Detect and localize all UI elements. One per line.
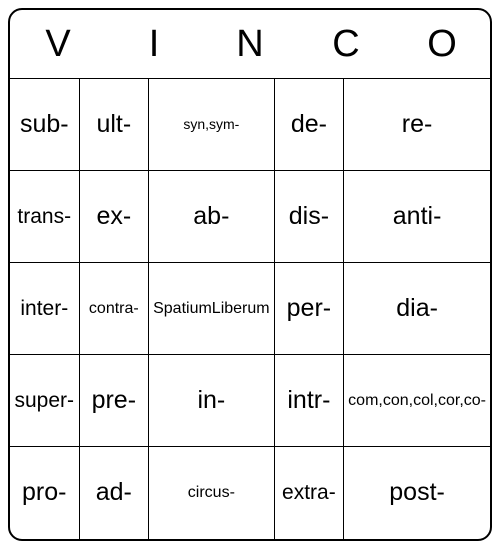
bingo-cell[interactable]: contra- (80, 263, 150, 355)
bingo-cell[interactable]: pre- (80, 355, 150, 447)
bingo-cell[interactable]: de- (275, 79, 345, 171)
bingo-cell[interactable]: intr- (275, 355, 345, 447)
bingo-cell[interactable]: com,con,col,cor,co- (344, 355, 490, 447)
header-letter: N (202, 10, 298, 78)
bingo-cell[interactable]: circus- (149, 447, 275, 539)
bingo-cell[interactable]: SpatiumLiberum (149, 263, 275, 355)
bingo-cell[interactable]: ab- (149, 171, 275, 263)
header-letter: O (394, 10, 490, 78)
bingo-cell[interactable]: re- (344, 79, 490, 171)
cell-line: Spatium (153, 300, 212, 318)
bingo-cell[interactable]: inter- (10, 263, 80, 355)
bingo-cell[interactable]: pro- (10, 447, 80, 539)
bingo-cell[interactable]: ex- (80, 171, 150, 263)
bingo-cell[interactable]: super- (10, 355, 80, 447)
cell-line: com, (348, 392, 383, 410)
bingo-cell[interactable]: in- (149, 355, 275, 447)
bingo-cell[interactable]: sub- (10, 79, 80, 171)
cell-line: Liberum (212, 300, 270, 318)
header-letter: V (10, 10, 106, 78)
bingo-cell[interactable]: post- (344, 447, 490, 539)
bingo-cell[interactable]: ad- (80, 447, 150, 539)
bingo-grid: sub-ult-syn,sym-de-re-trans-ex-ab-dis-an… (10, 78, 490, 539)
bingo-cell[interactable]: dia- (344, 263, 490, 355)
bingo-card: V I N C O sub-ult-syn,sym-de-re-trans-ex… (8, 8, 492, 541)
bingo-cell[interactable]: trans- (10, 171, 80, 263)
header-letter: C (298, 10, 394, 78)
bingo-cell[interactable]: ult- (80, 79, 150, 171)
cell-line: con,col, (383, 392, 438, 410)
bingo-cell[interactable]: syn,sym- (149, 79, 275, 171)
bingo-cell[interactable]: extra- (275, 447, 345, 539)
bingo-header: V I N C O (10, 10, 490, 78)
bingo-cell[interactable]: per- (275, 263, 345, 355)
bingo-cell[interactable]: dis- (275, 171, 345, 263)
cell-line: cor,co- (438, 392, 486, 410)
bingo-cell[interactable]: anti- (344, 171, 490, 263)
header-letter: I (106, 10, 202, 78)
